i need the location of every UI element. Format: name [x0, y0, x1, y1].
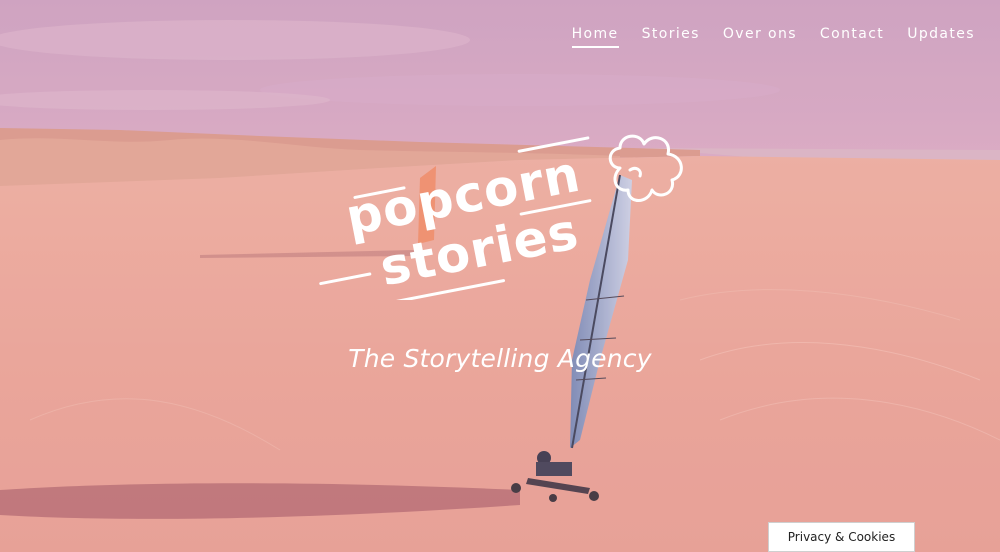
popcorn-stories-logo[interactable]: popcorn stories [300, 120, 700, 300]
hero-section: Home Stories Over ons Contact Updates po… [0, 0, 1000, 552]
hero-tagline: The Storytelling Agency [348, 344, 652, 373]
nav-over-ons[interactable]: Over ons [723, 26, 797, 48]
nav-contact[interactable]: Contact [820, 26, 884, 48]
privacy-cookies-button[interactable]: Privacy & Cookies Policy [768, 522, 915, 552]
main-navigation: Home Stories Over ons Contact Updates [549, 26, 975, 48]
popcorn-cloud-icon [608, 134, 683, 202]
nav-home[interactable]: Home [571, 26, 619, 48]
nav-updates[interactable]: Updates [907, 26, 975, 48]
nav-stories[interactable]: Stories [642, 26, 700, 48]
